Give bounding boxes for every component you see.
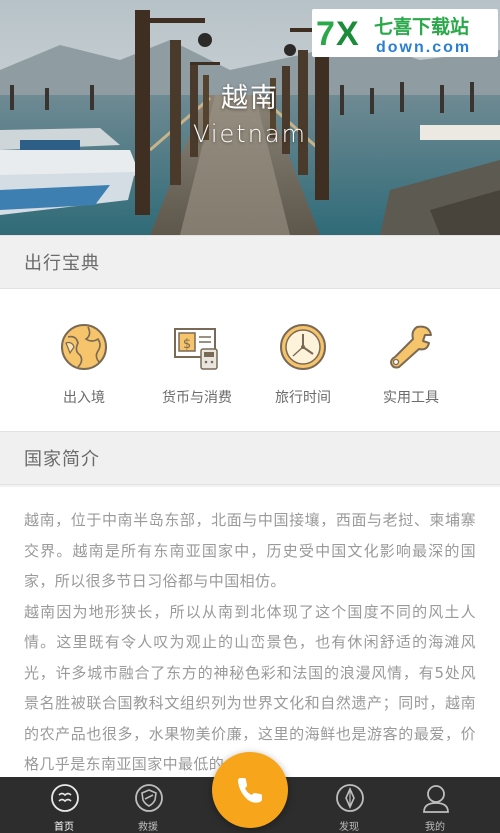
- guide-section-header: 出行宝典: [0, 235, 500, 289]
- svg-text:七喜下载站: 七喜下载站: [374, 15, 469, 38]
- watermark-logo-icon: 7 X 七喜下载站 down.com: [316, 15, 471, 56]
- country-section-header: 国家简介: [0, 431, 500, 485]
- country-name-cn: 越南: [221, 83, 279, 114]
- wrench-icon: [390, 325, 432, 369]
- home-icon: [51, 784, 79, 812]
- svg-text:7: 7: [316, 15, 335, 53]
- tool-utilities[interactable]: 实用工具: [356, 321, 466, 407]
- tab-discover-label: 发现: [339, 822, 359, 833]
- country-name-en: Vietnam: [192, 120, 308, 148]
- tool-immigration-label: 出入境: [63, 390, 105, 406]
- tab-rescue[interactable]: 救援: [108, 777, 188, 833]
- tab-profile[interactable]: 我的: [395, 777, 475, 833]
- clock-icon: [280, 324, 326, 370]
- guide-tools: 出入境 $ 货币与消费 旅行时间 实用工具: [0, 289, 500, 431]
- phone-icon: [238, 778, 262, 803]
- guide-section-title: 出行宝典: [24, 253, 100, 274]
- svg-text:$: $: [183, 337, 191, 352]
- tab-rescue-label: 救援: [138, 822, 158, 833]
- user-icon: [423, 785, 449, 813]
- tool-travel-time[interactable]: 旅行时间: [248, 321, 358, 407]
- compass-icon: [336, 784, 364, 812]
- tab-profile-label: 我的: [425, 822, 445, 833]
- intro-paragraph-1: 越南，位于中南半岛东部，北面与中国接壤，西面与老挝、柬埔寨交界。越南是所有东南亚…: [24, 511, 476, 590]
- tab-home-label: 首页: [54, 822, 74, 833]
- svg-text:X: X: [336, 15, 359, 53]
- country-section-title: 国家简介: [24, 449, 100, 470]
- tool-currency-label: 货币与消费: [162, 390, 232, 406]
- hero-banner: 越南 Vietnam 7 X 七喜下载站 down.com: [0, 0, 500, 235]
- tool-utilities-label: 实用工具: [383, 390, 439, 406]
- tab-home[interactable]: 首页: [24, 777, 104, 833]
- tool-currency[interactable]: $ 货币与消费: [142, 321, 252, 407]
- currency-icon: $: [174, 328, 218, 370]
- shield-icon: [135, 784, 163, 812]
- hero-caption: 越南 Vietnam: [0, 80, 500, 150]
- tab-discover[interactable]: 发现: [309, 777, 389, 833]
- country-intro: 越南，位于中南半岛东部，北面与中国接壤，西面与老挝、柬埔寨交界。越南是所有东南亚…: [0, 487, 500, 777]
- call-button[interactable]: [212, 752, 288, 828]
- globe-icon: [61, 324, 107, 370]
- svg-text:down.com: down.com: [376, 39, 471, 56]
- tool-travel-time-label: 旅行时间: [275, 390, 331, 406]
- tool-immigration[interactable]: 出入境: [29, 321, 139, 407]
- site-watermark: 7 X 七喜下载站 down.com: [312, 9, 498, 57]
